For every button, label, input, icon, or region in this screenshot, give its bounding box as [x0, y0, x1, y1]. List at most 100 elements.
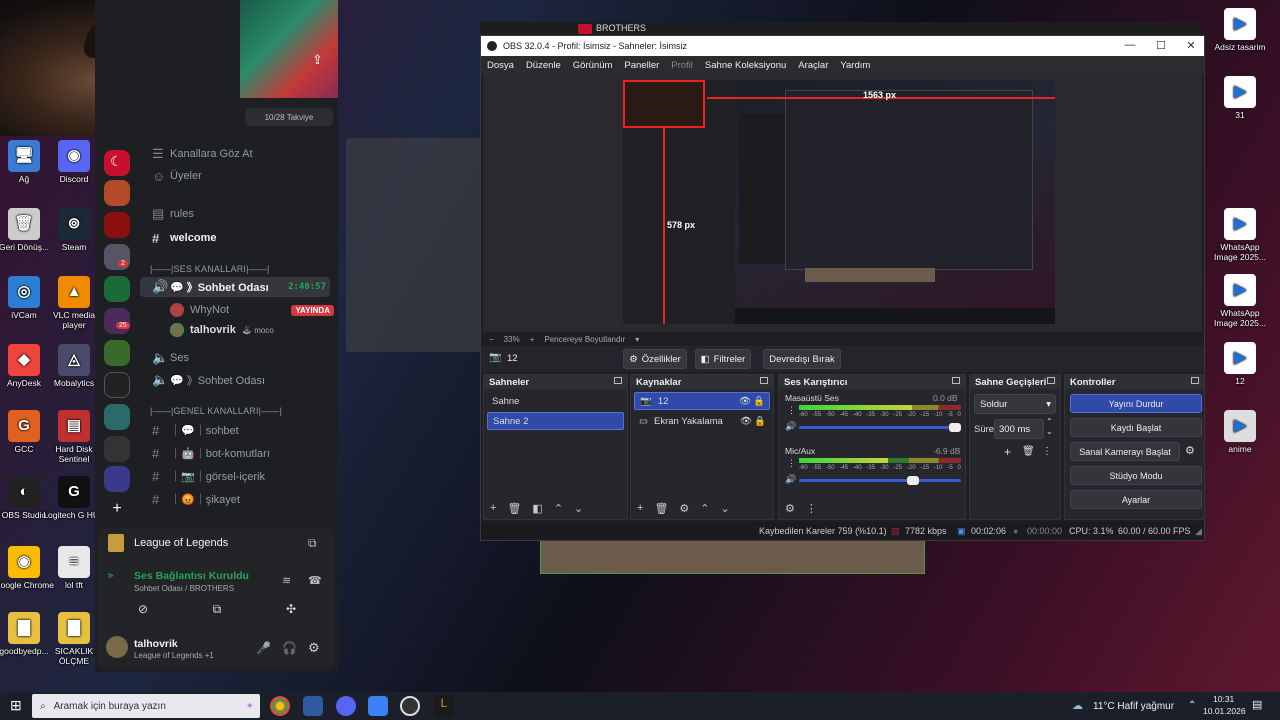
disconnect-icon[interactable]: ☎ — [308, 574, 322, 587]
speaker-icon[interactable]: 🔊 — [785, 421, 796, 432]
maximize-icon[interactable]: ☐ — [1154, 39, 1168, 52]
settings-button[interactable]: Ayarlar — [1070, 490, 1202, 509]
add-icon[interactable]: + — [637, 502, 643, 515]
slider-knob[interactable] — [949, 423, 961, 432]
menu-item[interactable]: Sahne Koleksiyonu — [705, 60, 786, 71]
chrome-taskbar-icon[interactable] — [270, 696, 290, 716]
more-icon[interactable]: ⋮ — [787, 458, 796, 469]
chevron-down-icon[interactable]: ⌄ — [574, 502, 583, 515]
search-box[interactable]: ⌕ Aramak için buraya yazın ✦ — [32, 694, 260, 718]
voice-user-talhovrik[interactable]: talhovrik 🕹 moco — [140, 320, 330, 340]
chevron-up-icon[interactable]: ⌃ — [554, 502, 563, 515]
popout-icon[interactable] — [614, 377, 622, 384]
zoom-in-icon[interactable]: + — [530, 335, 535, 344]
source-item[interactable]: 📷 12 👁 🔒 — [634, 392, 770, 410]
more-icon[interactable]: ⋮ — [806, 502, 817, 515]
start-recording-button[interactable]: Kaydı Başlat — [1070, 418, 1202, 437]
menu-item[interactable]: Profil — [671, 60, 693, 71]
preview-canvas[interactable]: 1563 px 578 px — [623, 80, 1055, 324]
server-7[interactable] — [104, 340, 130, 366]
weather[interactable]: 11°C Hafif yağmur — [1093, 701, 1174, 712]
eye-icon[interactable]: 👁 — [739, 396, 751, 407]
menu-item[interactable]: Düzenle — [526, 60, 561, 71]
resize-grip-icon[interactable]: ◢ — [1195, 526, 1202, 537]
tray-chevron-icon[interactable]: ⌃ — [1188, 700, 1196, 711]
chevron-up-icon[interactable]: ⌃ — [700, 502, 709, 515]
menu-item[interactable]: Yardım — [840, 60, 870, 71]
ivcam-taskbar-icon[interactable] — [368, 696, 388, 716]
mic-icon[interactable]: 🎤 — [256, 641, 271, 655]
server-3[interactable] — [104, 212, 130, 238]
gear-icon[interactable]: ⚙ — [785, 502, 795, 515]
text-channel[interactable]: # ｜💬｜sohbet — [140, 420, 330, 440]
settings-gear-icon[interactable]: ⚙ — [308, 640, 320, 656]
stream-icon[interactable]: ⧉ — [308, 536, 317, 551]
chevron-down-icon[interactable]: ▾ — [635, 335, 639, 344]
discord-taskbar-icon[interactable] — [336, 696, 356, 716]
eye-icon[interactable]: 👁 — [740, 416, 752, 427]
server-2[interactable] — [104, 180, 130, 206]
desktop-icon[interactable]: ▶ 31 — [1208, 76, 1272, 121]
clock-date[interactable]: 10.01.2026 — [1203, 706, 1246, 716]
virtual-camera-button[interactable]: Sanal Kamerayı Başlat — [1070, 442, 1180, 461]
voice-channel-2[interactable]: 🔈 💬 》Sohbet Odası — [140, 370, 330, 390]
activities-icon[interactable]: ✣ — [276, 602, 306, 620]
voice-channel-active[interactable]: 🔊 💬 》Sohbet Odası 2:40:57 — [140, 277, 330, 297]
notification-icon[interactable]: ▤ — [1252, 698, 1262, 711]
app-taskbar-icon[interactable] — [303, 696, 323, 716]
server-9[interactable] — [104, 404, 130, 430]
popout-icon[interactable] — [1047, 377, 1055, 384]
text-channel[interactable]: # ｜📷｜görsel-içerik — [140, 466, 330, 486]
avatar[interactable] — [106, 636, 128, 658]
desktop-icon[interactable]: ▶ 12 — [1208, 342, 1272, 387]
close-icon[interactable]: ✕ — [1184, 39, 1198, 52]
transition-select[interactable]: Soldur ▾ — [974, 394, 1056, 414]
menu-item[interactable]: Dosya — [487, 60, 514, 71]
windows-start-icon[interactable]: ⊞ — [10, 697, 22, 714]
boost-progress[interactable]: 10/28 Takviye — [245, 108, 333, 126]
trash-icon[interactable]: 🗑 — [507, 502, 521, 515]
duration-input[interactable]: 300 ms — [994, 419, 1044, 439]
chevron-down-icon[interactable]: ⌄ — [721, 502, 730, 515]
volume-slider[interactable] — [799, 423, 961, 432]
members-link[interactable]: ☺ Üyeler — [140, 166, 330, 186]
brothers-window-titlebar[interactable]: BROTHERS — [480, 22, 1200, 36]
server-6[interactable] — [104, 308, 130, 334]
menu-item[interactable]: Görünüm — [573, 60, 613, 71]
stop-stream-button[interactable]: Yayını Durdur — [1070, 394, 1202, 413]
stepper-down-icon[interactable]: ⌄ — [1046, 427, 1053, 436]
desktop-icon[interactable]: ▶ WhatsApp Image 2025... — [1208, 274, 1272, 329]
add-icon[interactable]: + — [490, 502, 496, 515]
stepper-up-icon[interactable]: ⌃ — [1046, 417, 1053, 426]
lock-icon[interactable]: 🔒 — [754, 416, 766, 427]
channel-ses[interactable]: 🔈 Ses — [140, 348, 330, 368]
trash-icon[interactable]: 🗑 — [654, 502, 668, 515]
browse-channels[interactable]: ☰ Kanallara Göz At — [140, 144, 330, 164]
add-icon[interactable]: + — [1004, 445, 1011, 459]
zoom-out-icon[interactable]: − — [489, 335, 494, 344]
studio-mode-button[interactable]: Stüdyo Modu — [1070, 466, 1202, 485]
menu-item[interactable]: Paneller — [624, 60, 659, 71]
gear-icon[interactable]: ⚙ — [1185, 444, 1195, 457]
voice-status[interactable]: Ses Bağlantısı Kuruldu — [134, 570, 249, 582]
properties-button[interactable]: ⚙ Özellikler — [623, 349, 687, 369]
noise-suppression-icon[interactable]: ≋ — [282, 574, 291, 587]
filters-button[interactable]: ◧ Filtreler — [695, 349, 751, 369]
lock-icon[interactable]: 🔒 — [753, 396, 765, 407]
channel-welcome[interactable]: # welcome — [140, 228, 330, 248]
desktop-icon[interactable]: ▶ WhatsApp Image 2025... — [1208, 208, 1272, 263]
add-server-icon[interactable]: + — [104, 500, 130, 526]
server-5[interactable] — [104, 276, 130, 302]
popout-icon[interactable] — [1191, 377, 1199, 384]
source-item[interactable]: ▭ Ekran Yakalama 👁 🔒 — [634, 412, 770, 430]
lol-taskbar-icon[interactable]: L — [434, 696, 454, 716]
voice-category[interactable]: |——|SES KANALLARI|——| — [150, 264, 270, 274]
camera-off-icon[interactable]: ⊘ — [128, 602, 158, 620]
more-icon[interactable]: ⋮ — [1042, 446, 1052, 457]
server-11[interactable] — [104, 466, 130, 492]
selected-source-box[interactable] — [623, 80, 705, 128]
menu-item[interactable]: Araçlar — [798, 60, 828, 71]
speaker-icon[interactable]: 🔊 — [785, 474, 796, 485]
server-turkey[interactable]: ☾ — [104, 150, 130, 176]
voice-user-whynot[interactable]: WhyNot YAYINDA — [140, 300, 334, 320]
